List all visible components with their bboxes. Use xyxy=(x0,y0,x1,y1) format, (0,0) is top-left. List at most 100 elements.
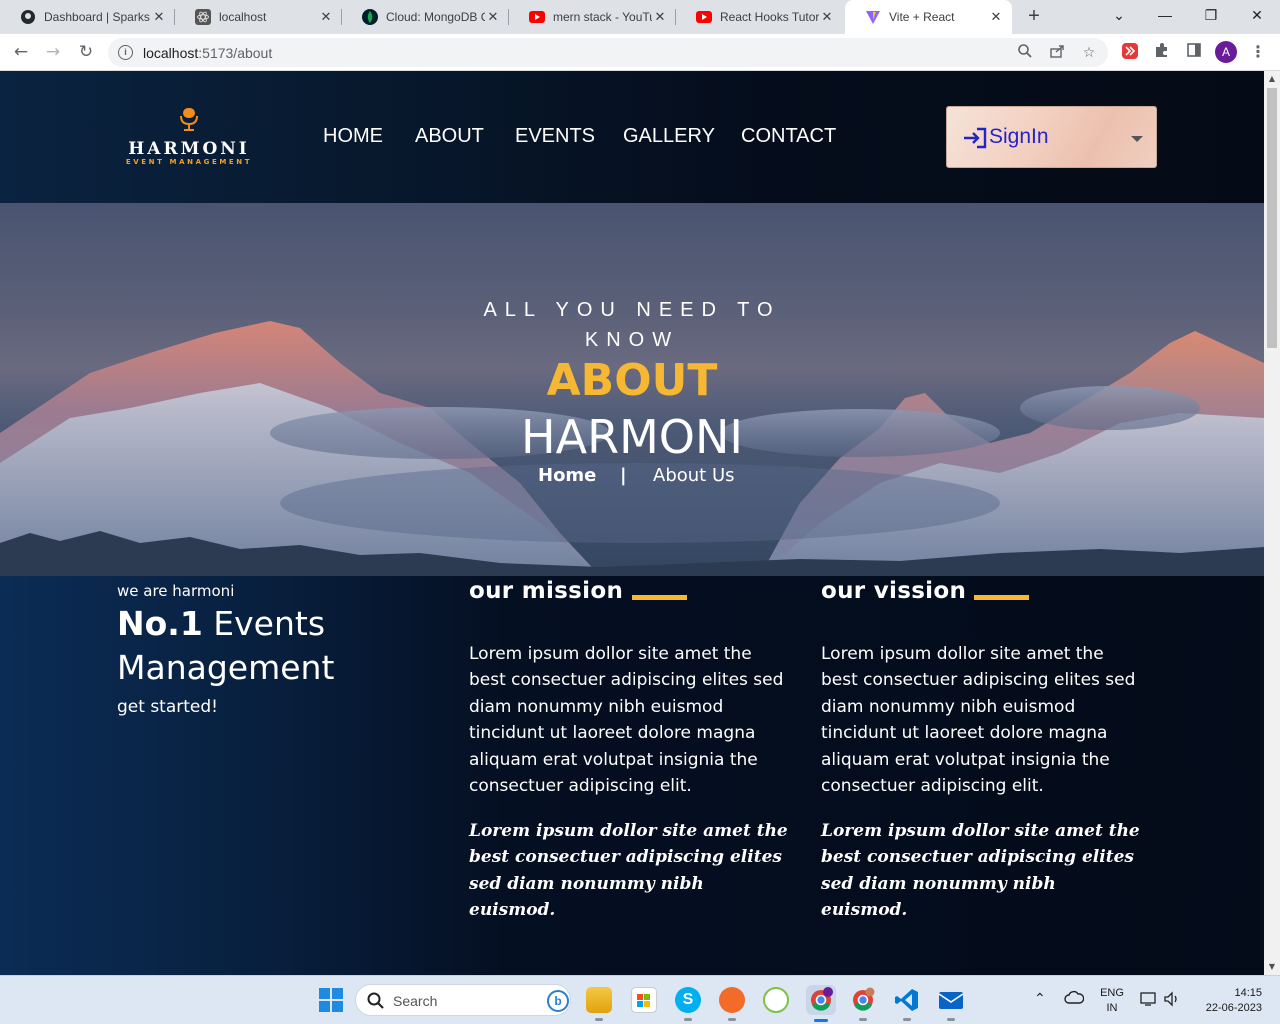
close-tab-icon[interactable]: ✕ xyxy=(318,9,334,25)
minimize-button[interactable]: — xyxy=(1142,0,1188,34)
onedrive-cloud-icon[interactable] xyxy=(1064,990,1085,1009)
youtube-icon xyxy=(696,9,712,25)
microphone-icon xyxy=(180,108,198,131)
mongodb-leaf-icon xyxy=(362,9,378,25)
nav-gallery[interactable]: GALLERY xyxy=(623,125,715,148)
site-info-icon[interactable]: i xyxy=(118,45,133,60)
page-viewport: HARMONI EVENT MANAGEMENT HOME ABOUT EVEN… xyxy=(0,71,1264,975)
signin-label: SignIn xyxy=(989,125,1049,148)
breadcrumb-separator: | xyxy=(620,465,627,486)
scroll-down-arrow-icon[interactable]: ▼ xyxy=(1264,959,1280,975)
windows-taskbar: Search b S ⌃ ENG IN 14:15 22-06-2023 xyxy=(0,975,1280,1024)
browser-tab[interactable]: Cloud: MongoDB C ✕ xyxy=(342,0,509,34)
zoom-icon[interactable] xyxy=(1015,43,1035,63)
bing-icon[interactable]: b xyxy=(547,990,569,1012)
vision-heading: our vission xyxy=(821,578,967,604)
taskbar-search-box[interactable]: Search b xyxy=(355,984,571,1016)
harmoni-logo[interactable]: HARMONI EVENT MANAGEMENT xyxy=(104,107,274,169)
volume-icon[interactable] xyxy=(1163,991,1181,1012)
breadcrumb-home-link[interactable]: Home xyxy=(538,465,596,486)
browser-tab-strip: Dashboard | Sparks ✕ localhost ✕ Cloud: … xyxy=(0,0,1280,34)
hero-title-main: HARMONI xyxy=(521,410,743,464)
chevron-down-icon xyxy=(1131,136,1143,142)
reload-icon[interactable]: ↻ xyxy=(74,40,98,64)
close-tab-icon[interactable]: ✕ xyxy=(151,9,167,25)
chrome-profile-icon[interactable] xyxy=(850,987,876,1021)
close-tab-icon[interactable]: ✕ xyxy=(819,9,835,25)
tab-title: Cloud: MongoDB C xyxy=(386,10,485,24)
close-tab-icon[interactable]: ✕ xyxy=(652,9,668,25)
close-window-button[interactable]: ✕ xyxy=(1234,0,1280,34)
chrome-active-icon[interactable] xyxy=(806,985,836,1022)
nav-contact[interactable]: CONTACT xyxy=(741,125,836,148)
skype-icon[interactable]: S xyxy=(675,987,701,1021)
browser-toolbar: ← → ↻ i localhost:5173/about ☆ A ⋮ xyxy=(0,34,1280,71)
github-icon xyxy=(20,9,36,25)
extensions-puzzle-icon[interactable] xyxy=(1152,42,1172,62)
back-arrow-icon[interactable]: ← xyxy=(9,40,33,64)
tab-title: Vite + React xyxy=(889,10,955,24)
mail-icon[interactable] xyxy=(938,987,964,1021)
hero-kicker: ALL YOU NEED TO KNOW xyxy=(483,299,781,351)
site-header: HARMONI EVENT MANAGEMENT HOME ABOUT EVEN… xyxy=(0,71,1264,203)
bookmark-star-icon[interactable]: ☆ xyxy=(1079,43,1099,63)
timer-app-icon[interactable] xyxy=(763,987,789,1013)
share-icon[interactable] xyxy=(1047,43,1067,63)
show-hidden-icons-chevron-icon[interactable]: ⌃ xyxy=(1034,990,1046,1007)
login-icon xyxy=(964,127,987,149)
breadcrumb-current: About Us xyxy=(653,465,735,486)
restore-button[interactable]: ❐ xyxy=(1188,0,1234,34)
vision-emphasis: Lorem ipsum dollor site amet the best co… xyxy=(821,821,1140,921)
logo-brand: HARMONI xyxy=(128,139,250,159)
hero-title-accent: ABOUT xyxy=(546,355,718,406)
signin-dropdown-button[interactable]: SignIn xyxy=(946,106,1157,168)
browser-tab[interactable]: mern stack - YouTu ✕ xyxy=(509,0,676,34)
about-content-section: we are harmoni No.1 Events Management ge… xyxy=(0,576,1264,975)
mission-body: Lorem ipsum dollor site amet the best co… xyxy=(469,644,784,797)
microsoft-store-icon[interactable] xyxy=(631,987,657,1013)
heading-underline xyxy=(632,595,687,600)
browser-tab-active[interactable]: Vite + React ✕ xyxy=(845,0,1012,34)
nav-home[interactable]: HOME xyxy=(323,125,383,148)
mission-emphasis: Lorem ipsum dollor site amet the best co… xyxy=(469,821,788,921)
windows-start-icon[interactable] xyxy=(318,987,344,1013)
new-tab-button[interactable]: + xyxy=(1022,5,1046,29)
tab-title: Dashboard | Sparks xyxy=(44,10,150,24)
heading-underline xyxy=(974,595,1029,600)
mission-heading: our mission xyxy=(469,578,624,604)
url-text[interactable]: localhost:5173/about xyxy=(143,45,272,61)
browser-tab[interactable]: Dashboard | Sparks ✕ xyxy=(0,0,175,34)
page-scrollbar[interactable]: ▲ ▼ xyxy=(1264,71,1280,975)
language-indicator[interactable]: ENG IN xyxy=(1099,986,1125,1016)
scrollbar-thumb[interactable] xyxy=(1267,88,1277,348)
profile-avatar[interactable]: A xyxy=(1215,41,1237,63)
network-monitor-icon[interactable] xyxy=(1140,991,1158,1012)
hero-banner: ALL YOU NEED TO KNOW ABOUT HARMONI Home … xyxy=(0,203,1264,576)
menu-kebab-icon[interactable]: ⋮ xyxy=(1248,42,1268,62)
tab-title: localhost xyxy=(219,10,267,24)
browser-tab[interactable]: React Hooks Tutori ✕ xyxy=(676,0,843,34)
vscode-icon[interactable] xyxy=(894,987,920,1021)
intro-subtitle: we are harmoni xyxy=(117,582,235,600)
youtube-icon xyxy=(529,9,545,25)
browser-tab[interactable]: localhost ✕ xyxy=(175,0,342,34)
extension-red-icon[interactable] xyxy=(1120,42,1140,62)
scroll-up-arrow-icon[interactable]: ▲ xyxy=(1264,71,1280,87)
postman-icon[interactable] xyxy=(719,987,745,1021)
side-panel-icon[interactable] xyxy=(1184,42,1204,62)
intro-title: No.1 Events Management xyxy=(117,604,335,687)
close-tab-icon[interactable]: ✕ xyxy=(988,9,1004,25)
nav-events[interactable]: EVENTS xyxy=(515,125,595,148)
file-explorer-icon[interactable] xyxy=(586,987,612,1021)
tab-search-chevron-icon[interactable]: ⌄ xyxy=(1096,0,1142,34)
search-icon xyxy=(367,992,384,1009)
address-bar[interactable]: i localhost:5173/about ☆ xyxy=(108,38,1108,67)
close-tab-icon[interactable]: ✕ xyxy=(485,9,501,25)
breadcrumb: Home | About Us xyxy=(532,465,772,491)
tab-title: React Hooks Tutori xyxy=(720,10,819,24)
nav-about[interactable]: ABOUT xyxy=(415,125,484,148)
forward-arrow-icon[interactable]: → xyxy=(41,40,65,64)
clock[interactable]: 14:15 22-06-2023 xyxy=(1190,986,1262,1016)
get-started-link[interactable]: get started! xyxy=(117,697,218,717)
vite-icon xyxy=(865,9,881,25)
